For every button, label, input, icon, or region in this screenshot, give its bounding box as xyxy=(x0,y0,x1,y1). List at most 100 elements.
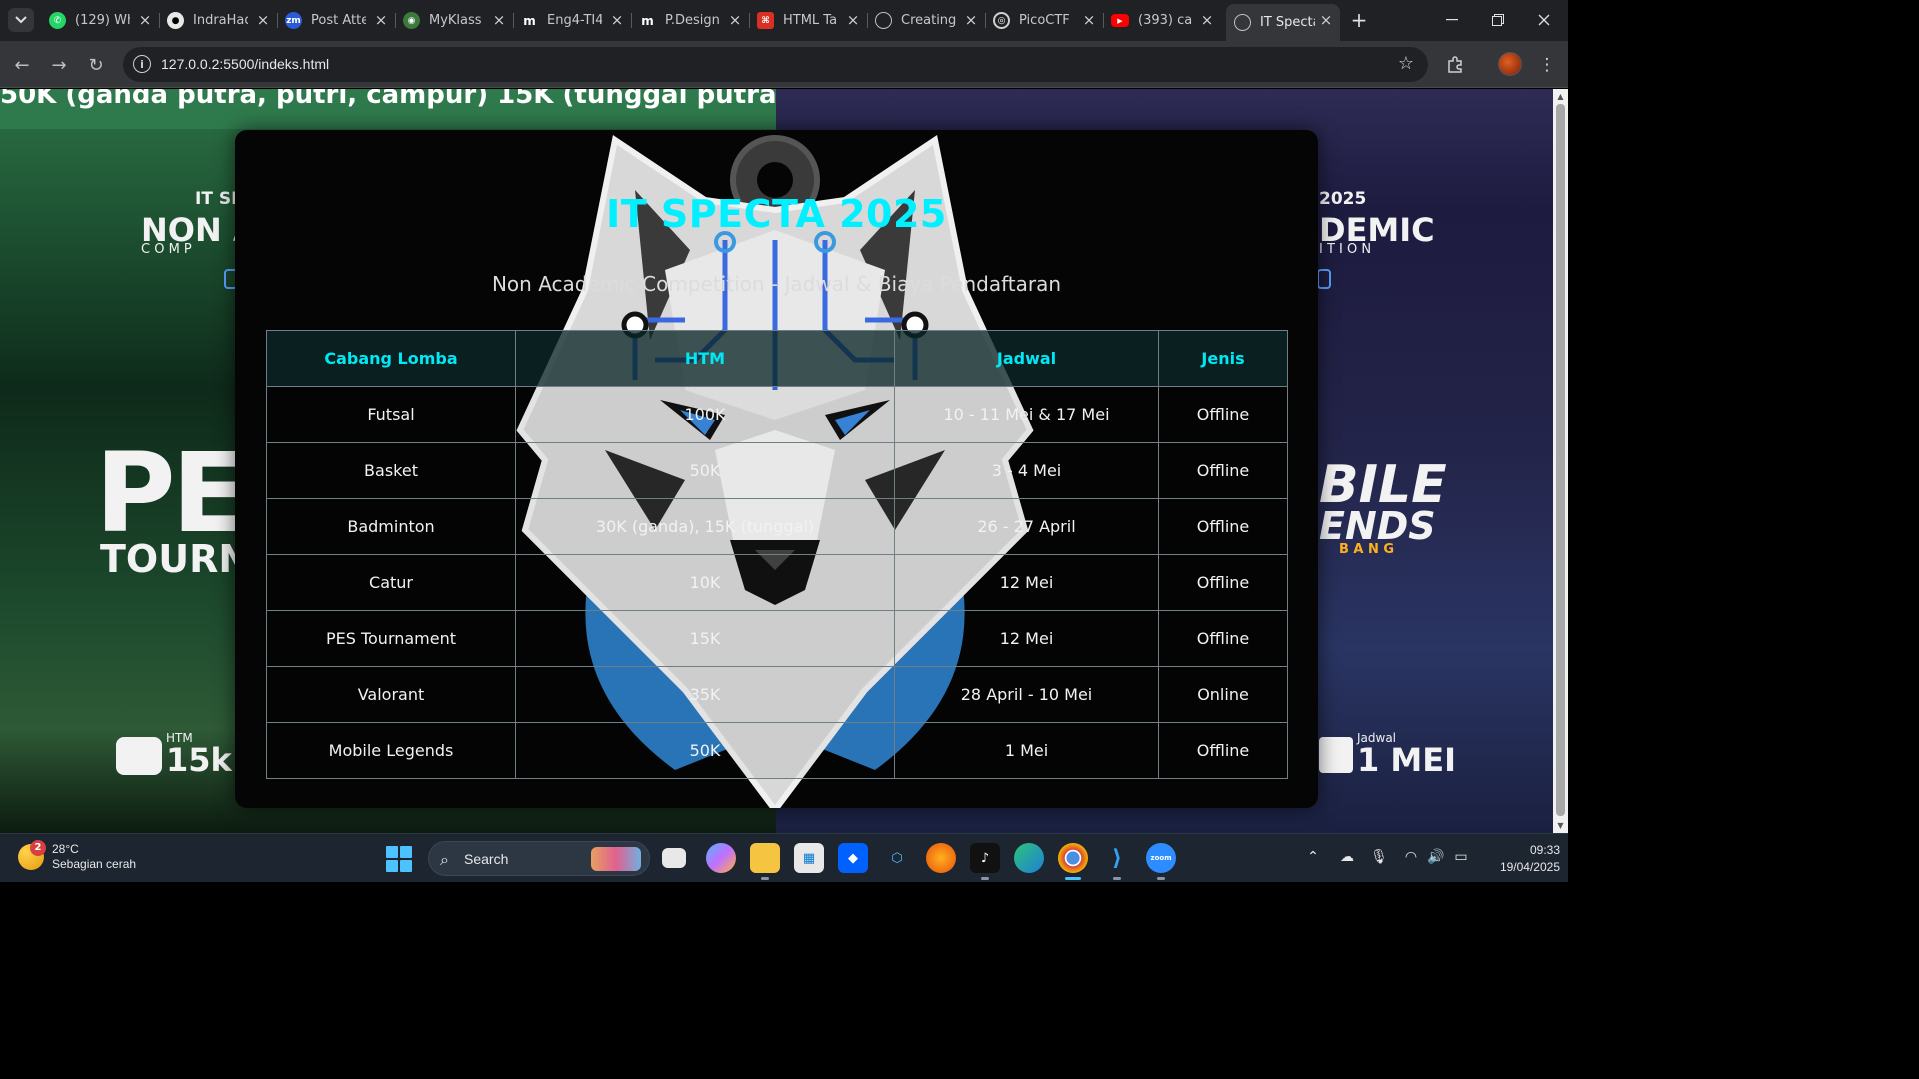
tab-post-attendance[interactable]: zm Post Attendance × xyxy=(277,4,396,37)
tab-pdesign[interactable]: m P.Design × xyxy=(631,4,750,37)
column-header: Jenis xyxy=(1158,330,1288,387)
cloud-off-icon[interactable]: ☁ xyxy=(1336,846,1358,868)
back-button[interactable]: ← xyxy=(10,53,34,77)
close-tab-icon[interactable]: × xyxy=(963,11,979,29)
pdf-icon: ⌘ xyxy=(757,12,774,29)
ticket-icon xyxy=(116,737,162,775)
close-tab-icon[interactable]: × xyxy=(845,11,861,29)
close-tab-icon[interactable]: × xyxy=(373,11,389,29)
close-tab-icon[interactable]: × xyxy=(491,11,507,29)
bookmark-star-icon[interactable]: ☆ xyxy=(1398,53,1414,74)
taskbar-search[interactable]: ⌕ Search xyxy=(428,841,650,876)
poster-label: C O M P xyxy=(141,242,192,257)
site-info-icon[interactable]: i xyxy=(133,55,151,73)
table-cell: Offline xyxy=(1158,498,1288,555)
search-label: Search xyxy=(464,851,509,867)
table-cell: Valorant xyxy=(266,666,516,723)
close-tab-icon[interactable]: × xyxy=(137,11,153,29)
tab-whatsapp[interactable]: ✆ (129) WhatsApp × xyxy=(41,4,160,37)
wifi-icon[interactable]: ◠ xyxy=(1400,846,1422,868)
competition-table: Cabang Lomba HTM Jadwal Jenis Futsal 100… xyxy=(266,330,1288,779)
table-cell: Basket xyxy=(266,442,516,499)
task-view-icon[interactable] xyxy=(662,848,686,868)
table-row: Valorant 35K 28 April - 10 Mei Online xyxy=(266,666,1288,723)
whatsapp-icon: ✆ xyxy=(49,12,66,29)
close-icon xyxy=(1538,14,1550,26)
zm-icon: zm xyxy=(285,12,302,29)
reload-button[interactable]: ↻ xyxy=(84,53,108,77)
battery-icon[interactable]: ▭ xyxy=(1450,846,1472,868)
tiktok-icon[interactable]: ♪ xyxy=(970,843,1000,880)
table-cell: 1 Mei xyxy=(894,722,1159,779)
restore-button[interactable] xyxy=(1478,6,1518,34)
store-icon[interactable]: ▦ xyxy=(794,843,824,873)
scroll-down-icon[interactable]: ▼ xyxy=(1556,821,1565,830)
edge-icon[interactable] xyxy=(1014,843,1044,873)
table-cell: 12 Mei xyxy=(894,610,1159,667)
volume-icon[interactable]: 🔊 xyxy=(1425,846,1447,868)
competition-card: IT SPECTA 2025 Non Academic Competition … xyxy=(235,130,1318,808)
tab-html-table[interactable]: ⌘ HTML Table × xyxy=(749,4,868,37)
url-text[interactable]: 127.0.0.2:5500/indeks.html xyxy=(161,56,329,72)
search-highlight-image xyxy=(591,847,641,871)
app-icon[interactable]: ⬡ xyxy=(882,843,912,873)
address-bar[interactable]: i 127.0.0.2:5500/indeks.html ☆ xyxy=(123,47,1428,82)
column-header: Jadwal xyxy=(894,330,1159,387)
dropbox-icon[interactable]: ◆ xyxy=(838,843,868,873)
profile-avatar[interactable] xyxy=(1498,52,1522,76)
copilot-icon[interactable] xyxy=(706,843,736,873)
forward-button[interactable]: → xyxy=(47,53,71,77)
microphone-icon[interactable]: 🎙 xyxy=(1368,846,1390,868)
start-button[interactable] xyxy=(386,846,412,872)
tab-youtube[interactable]: ▶ (393) cara × xyxy=(1103,4,1221,37)
tab-creating[interactable]: Creating × xyxy=(867,4,986,37)
page-viewport: 50K (ganda putra, putri, campur) 15K (tu… xyxy=(0,89,1553,833)
tab-it-specta[interactable]: IT Specta × xyxy=(1226,4,1340,41)
file-explorer-icon[interactable] xyxy=(750,843,780,880)
show-hidden-icons-chevron-icon[interactable]: ⌃ xyxy=(1302,846,1324,868)
table-row: Catur 10K 12 Mei Offline xyxy=(266,554,1288,611)
table-cell: Badminton xyxy=(266,498,516,555)
tab-title: IT Specta xyxy=(1260,15,1315,30)
weather-widget[interactable]: 2 28°C Sebagian cerah xyxy=(18,840,136,872)
new-tab-button[interactable]: + xyxy=(1348,8,1370,32)
close-tab-icon[interactable]: × xyxy=(1318,11,1334,29)
menu-button[interactable]: ⋮ xyxy=(1535,53,1559,77)
reload-icon: ↻ xyxy=(88,54,104,76)
globe-icon xyxy=(875,12,892,29)
minimize-button[interactable] xyxy=(1432,6,1472,34)
table-cell: Offline xyxy=(1158,610,1288,667)
close-tab-icon[interactable]: × xyxy=(727,11,743,29)
browser-toolbar: ← → ↻ i 127.0.0.2:5500/indeks.html ☆ ⋮ xyxy=(0,41,1568,88)
close-tab-icon[interactable]: × xyxy=(1199,11,1215,29)
page-title: IT SPECTA 2025 xyxy=(606,192,947,236)
tab-title: HTML Table xyxy=(783,13,838,28)
tab-myklass[interactable]: ◉ MyKlass × xyxy=(395,4,514,37)
table-row: PES Tournament 15K 12 Mei Offline xyxy=(266,610,1288,667)
table-cell: Online xyxy=(1158,666,1288,723)
github-icon: ● xyxy=(167,12,184,29)
zoom-icon[interactable]: zoom xyxy=(1146,843,1176,880)
table-cell: PES Tournament xyxy=(266,610,516,667)
tab-github[interactable]: ● IndraHadi × xyxy=(159,4,278,37)
close-tab-icon[interactable]: × xyxy=(1081,11,1097,29)
chrome-icon[interactable] xyxy=(1058,843,1088,880)
system-clock[interactable]: 09:33 19/04/2025 xyxy=(1480,842,1560,876)
tab-eng4[interactable]: m Eng4-TI4 × xyxy=(513,4,632,37)
close-window-button[interactable] xyxy=(1524,6,1564,34)
arrow-right-icon: → xyxy=(51,54,67,76)
vscode-icon[interactable]: ⟩ xyxy=(1102,843,1132,880)
page-scrollbar[interactable]: ▲ ▼ xyxy=(1553,89,1568,833)
tab-picoctf[interactable]: ◎ PicoCTF × xyxy=(985,4,1104,37)
scrollbar-thumb[interactable] xyxy=(1556,104,1565,816)
close-tab-icon[interactable]: × xyxy=(609,11,625,29)
close-tab-icon[interactable]: × xyxy=(255,11,271,29)
tab-search-button[interactable] xyxy=(8,8,34,32)
restore-icon xyxy=(1492,14,1504,26)
notification-badge: 2 xyxy=(30,840,46,856)
firefox-icon[interactable] xyxy=(926,843,956,873)
poster-label: B A N G xyxy=(1339,542,1395,557)
scroll-up-icon[interactable]: ▲ xyxy=(1556,92,1565,101)
tab-title: IndraHadi xyxy=(193,13,248,28)
extensions-button[interactable] xyxy=(1443,53,1467,77)
